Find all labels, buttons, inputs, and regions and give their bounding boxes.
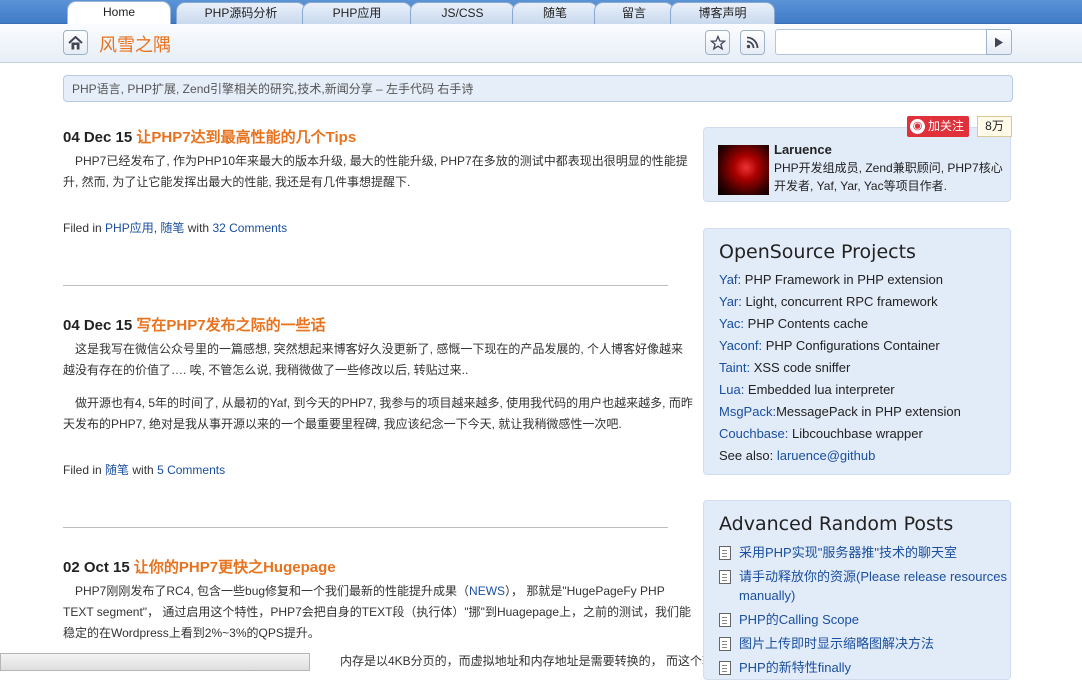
- tab-php-source[interactable]: PHP源码分析: [176, 2, 306, 24]
- post-date: 02 Oct 15: [63, 559, 130, 576]
- profile-name: Laruence: [774, 142, 832, 157]
- header-bar: 风雪之隅: [0, 24, 1082, 63]
- project-link[interactable]: Yar:: [719, 294, 742, 309]
- random-posts-box: Advanced Random Posts 采用PHP实现"服务器推"技术的聊天…: [703, 500, 1011, 680]
- list-item: 请手动释放你的资源(Please release resources manua…: [719, 567, 1010, 605]
- list-item: 图片上传即时显示缩略图解决方法: [719, 634, 1010, 653]
- github-link[interactable]: laruence@github: [777, 448, 875, 463]
- comments-link[interactable]: 5 Comments: [157, 463, 225, 477]
- projects-title: OpenSource Projects: [719, 241, 916, 263]
- project-item: Lua: Embedded lua interpreter: [719, 382, 895, 397]
- tab-home[interactable]: Home: [67, 1, 171, 25]
- comments-link[interactable]: 32 Comments: [212, 221, 287, 235]
- post-excerpt: PHP7刚刚发布了RC4, 包含一些bug修复和一个我们最新的性能提升成果（NE…: [63, 581, 693, 644]
- tab-guestbook[interactable]: 留言: [594, 2, 674, 24]
- star-icon: [709, 34, 726, 50]
- horizontal-scrollbar[interactable]: [0, 653, 310, 671]
- document-icon: [719, 613, 731, 627]
- excerpt-text: PHP7刚刚发布了RC4, 包含一些bug修复和一个我们最新的性能提升成果（: [75, 584, 470, 598]
- project-link[interactable]: MsgPack:: [719, 404, 776, 419]
- document-icon: [719, 570, 731, 584]
- post: 04 Dec 15 写在PHP7发布之际的一些话 这是我写在微信公众号里的一篇感…: [63, 314, 693, 435]
- post-excerpt: 内存是以4KB分页的，而虚拟地址和内存地址是需要转换的， 而这个转: [340, 654, 715, 668]
- home-icon: [68, 35, 83, 49]
- category-link[interactable]: 随笔: [160, 221, 184, 235]
- document-icon: [719, 546, 731, 560]
- search-button[interactable]: [986, 29, 1012, 55]
- random-post-link[interactable]: 采用PHP实现"服务器推"技术的聊天室: [739, 543, 957, 562]
- follower-count: 8万: [977, 116, 1012, 137]
- document-icon: [719, 637, 731, 651]
- random-post-link[interactable]: PHP的新特性finally: [739, 658, 851, 677]
- with-label: with: [187, 221, 210, 235]
- weibo-icon: ◉: [910, 119, 925, 134]
- projects-box: OpenSource Projects Yaf: PHP Framework i…: [703, 228, 1011, 475]
- project-item: Couchbase: Libcouchbase wrapper: [719, 426, 923, 441]
- random-posts-title: Advanced Random Posts: [719, 513, 954, 535]
- list-item: PHP的新特性finally: [719, 658, 1010, 677]
- project-link[interactable]: Taint:: [719, 360, 750, 375]
- post-title-link[interactable]: 让你的PHP7更快之Hugepage: [134, 559, 336, 576]
- tab-php-app[interactable]: PHP应用: [302, 2, 412, 24]
- post-excerpt: 这是我写在微信公众号里的一篇感想, 突然想起来博客好久没更新了, 感慨一下现在的…: [63, 342, 684, 377]
- rss-button[interactable]: [740, 30, 765, 55]
- favorite-button[interactable]: [705, 30, 730, 55]
- list-item: 采用PHP实现"服务器推"技术的聊天室: [719, 543, 1010, 562]
- avatar[interactable]: [718, 145, 769, 195]
- post-title-link[interactable]: 写在PHP7发布之际的一些话: [136, 317, 325, 334]
- post-date: 04 Dec 15: [63, 129, 133, 146]
- post-meta: Filed in 随笔 with 5 Comments: [63, 461, 225, 478]
- tab-statement[interactable]: 博客声明: [670, 2, 775, 24]
- site-description: PHP语言, PHP扩展, Zend引擎相关的研究,技术,新闻分享 – 左手代码…: [63, 75, 1013, 102]
- tab-js-css[interactable]: JS/CSS: [410, 2, 515, 24]
- project-item: Taint: XSS code sniffer: [719, 360, 851, 375]
- random-post-link[interactable]: 图片上传即时显示缩略图解决方法: [739, 634, 934, 653]
- post-excerpt: 做开源也有4, 5年的时间了, 从最初的Yaf, 到今天的PHP7, 我参与的项…: [63, 396, 693, 431]
- filed-in-label: Filed in: [63, 463, 102, 477]
- play-arrow-icon: [995, 37, 1003, 47]
- project-item: Yaf: PHP Framework in PHP extension: [719, 272, 943, 287]
- project-link[interactable]: Lua:: [719, 382, 744, 397]
- project-link[interactable]: Couchbase:: [719, 426, 788, 441]
- post-date: 04 Dec 15: [63, 317, 133, 334]
- project-link[interactable]: Yac:: [719, 316, 744, 331]
- post-title-link[interactable]: 让PHP7达到最高性能的几个Tips: [136, 129, 356, 146]
- post-excerpt: PHP7已经发布了, 作为PHP10年来最大的版本升级, 最大的性能升级, PH…: [63, 154, 688, 189]
- see-also: See also: laruence@github: [719, 448, 876, 463]
- project-item: Yar: Light, concurrent RPC framework: [719, 294, 938, 309]
- profile-bio: PHP开发组成员, Zend兼职顾问, PHP7核心开发者, Yaf, Yar,…: [774, 161, 1003, 193]
- category-link[interactable]: 随笔: [105, 463, 129, 477]
- project-link[interactable]: Yaf:: [719, 272, 741, 287]
- post: 04 Dec 15 让PHP7达到最高性能的几个Tips PHP7已经发布了, …: [63, 126, 693, 193]
- tab-essays[interactable]: 随笔: [512, 2, 598, 24]
- news-link[interactable]: NEWS: [469, 584, 505, 598]
- weibo-follow-button[interactable]: ◉ 加关注: [907, 116, 969, 137]
- site-title[interactable]: 风雪之隅: [99, 31, 171, 57]
- divider: [63, 285, 668, 286]
- project-item: Yac: PHP Contents cache: [719, 316, 869, 331]
- with-label: with: [132, 463, 154, 477]
- filed-in-label: Filed in: [63, 221, 102, 235]
- home-button[interactable]: [63, 30, 88, 55]
- document-icon: [719, 661, 731, 675]
- rss-icon: [746, 36, 759, 49]
- random-post-link[interactable]: PHP的Calling Scope: [739, 610, 859, 629]
- random-post-link[interactable]: 请手动释放你的资源(Please release resources manua…: [739, 567, 1010, 605]
- list-item: PHP的Calling Scope: [719, 610, 1010, 629]
- project-item: MsgPack:MessagePack in PHP extension: [719, 404, 961, 419]
- divider: [63, 527, 668, 528]
- category-link[interactable]: PHP应用: [105, 221, 154, 235]
- profile-box: Laruence PHP开发组成员, Zend兼职顾问, PHP7核心开发者, …: [703, 127, 1011, 202]
- project-item: Yaconf: PHP Configurations Container: [719, 338, 940, 353]
- post: 02 Oct 15 让你的PHP7更快之Hugepage PHP7刚刚发布了RC…: [63, 556, 693, 644]
- project-link[interactable]: Yaconf:: [719, 338, 762, 353]
- follow-label: 加关注: [928, 119, 965, 133]
- tab-bar: Home PHP源码分析 PHP应用 JS/CSS 随笔 留言 博客声明: [0, 0, 1082, 25]
- post-meta: Filed in PHP应用, 随笔 with 32 Comments: [63, 221, 288, 235]
- search-input[interactable]: [775, 29, 987, 55]
